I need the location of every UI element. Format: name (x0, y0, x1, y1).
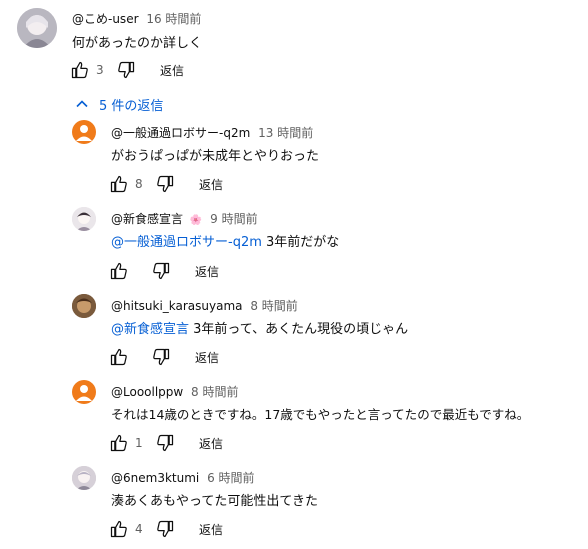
comment-header: @こめ-user 16 時間前 (72, 10, 201, 27)
comment-text: 湊あくあもやってた可能性出てきた (111, 490, 318, 509)
timestamp[interactable]: 9 時間前 (210, 212, 257, 226)
default-avatar-icon (76, 385, 92, 401)
timestamp[interactable]: 8 時間前 (250, 299, 297, 313)
author-name[interactable]: @Looollppw (111, 385, 183, 399)
reply-button[interactable]: 返信 (195, 349, 219, 366)
anime-avatar-icon (72, 294, 96, 318)
comment-header: @Looollppw 8 時間前 (111, 383, 239, 400)
reply-button[interactable]: 返信 (199, 521, 223, 538)
replies-count-label: 5 件の返信 (99, 98, 164, 114)
like-count: 1 (135, 436, 143, 450)
thumbs-down-icon (157, 434, 174, 452)
anime-avatar-icon (72, 466, 96, 490)
comment-text-body: がおうぱっぱが未成年とやりおった (111, 149, 320, 164)
thumbs-up-icon (110, 175, 127, 193)
author-name[interactable]: @一般通過ロボサー-q2m (111, 126, 250, 140)
reply-button[interactable]: 返信 (160, 62, 184, 79)
thumbs-down-icon (153, 262, 170, 280)
timestamp[interactable]: 13 時間前 (258, 126, 313, 140)
like-button[interactable] (68, 58, 92, 82)
reply-button[interactable]: 返信 (199, 176, 223, 193)
comment-text: がおうぱっぱが未成年とやりおった (111, 145, 319, 164)
dislike-button[interactable] (153, 431, 177, 455)
author-name[interactable]: @6nem3ktumi (111, 471, 199, 485)
comment-header: @一般通過ロボサー-q2m 13 時間前 (111, 124, 313, 141)
avatar[interactable] (72, 380, 96, 404)
comment-text-body: 湊あくあもやってた可能性出てきた (111, 494, 318, 509)
dislike-button[interactable] (149, 259, 173, 283)
comment-header: @hitsuki_karasuyama 8 時間前 (111, 297, 298, 314)
like-button[interactable] (107, 517, 131, 541)
comment-text: @一般通過ロボサー-q2m 3年前だがな (111, 231, 339, 250)
thumbs-down-icon (157, 520, 174, 538)
dislike-button[interactable] (114, 58, 138, 82)
thumbs-up-icon (110, 262, 127, 280)
comment-text: それは14歳のときですね。17歳でもやったと言ってたので最近もですね。 (111, 404, 529, 423)
comment-text: @新食感宣言 3年前って、あくたん現役の頃じゃん (111, 318, 408, 337)
like-count: 4 (135, 522, 143, 536)
thumbs-up-icon (71, 61, 88, 79)
author-name[interactable]: @新食感宣言 (111, 212, 183, 226)
comment-text-body: 3年前だがな (261, 235, 340, 250)
comment-actions: 8 返信 (107, 172, 223, 196)
timestamp[interactable]: 16 時間前 (146, 12, 201, 26)
avatar[interactable] (72, 120, 96, 144)
membership-badge-icon: 🌸 (189, 215, 203, 226)
author-name[interactable]: @こめ-user (72, 12, 139, 26)
like-button[interactable] (107, 259, 131, 283)
replies-toggle-button[interactable]: 5 件の返信 (74, 94, 163, 114)
comment-actions: 4 返信 (107, 517, 223, 541)
comment-actions: 返信 (107, 259, 219, 283)
chevron-up-icon (74, 96, 90, 112)
mention-link[interactable]: @新食感宣言 (111, 322, 189, 337)
thumbs-down-icon (157, 175, 174, 193)
comment-actions: 返信 (107, 345, 219, 369)
avatar[interactable] (72, 294, 96, 318)
like-button[interactable] (107, 431, 131, 455)
anime-avatar-icon (72, 207, 96, 231)
avatar[interactable] (17, 8, 57, 48)
like-count: 8 (135, 177, 143, 191)
reply-button[interactable]: 返信 (195, 263, 219, 280)
comment-text: 何があったのか詳しく (72, 36, 203, 51)
dislike-button[interactable] (153, 517, 177, 541)
thumbs-down-icon (118, 61, 135, 79)
comment-actions: 1 返信 (107, 431, 223, 455)
mention-link[interactable]: @一般通過ロボサー-q2m (111, 235, 262, 250)
comment-header: @新食感宣言 🌸 9 時間前 (111, 210, 258, 227)
comment-header: @6nem3ktumi 6 時間前 (111, 469, 255, 486)
author-name[interactable]: @hitsuki_karasuyama (111, 299, 243, 313)
reply-button[interactable]: 返信 (199, 435, 223, 452)
avatar[interactable] (72, 207, 96, 231)
comment-actions: 3 返信 (68, 58, 184, 82)
thumbs-up-icon (110, 520, 127, 538)
like-button[interactable] (107, 172, 131, 196)
default-avatar-icon (76, 125, 92, 141)
thumbs-up-icon (110, 434, 127, 452)
comment-text-body: 3年前って、あくたん現役の頃じゃん (189, 322, 409, 337)
like-button[interactable] (107, 345, 131, 369)
timestamp[interactable]: 6 時間前 (207, 471, 254, 485)
anime-avatar-icon (17, 8, 57, 48)
dislike-button[interactable] (153, 172, 177, 196)
thumbs-up-icon (110, 348, 127, 366)
thumbs-down-icon (153, 348, 170, 366)
dislike-button[interactable] (149, 345, 173, 369)
like-count: 3 (96, 63, 104, 77)
timestamp[interactable]: 8 時間前 (191, 385, 238, 399)
comment-text-body: それは14歳のときですね。17歳でもやったと言ってたので最近もですね。 (111, 407, 530, 422)
avatar[interactable] (72, 466, 96, 490)
